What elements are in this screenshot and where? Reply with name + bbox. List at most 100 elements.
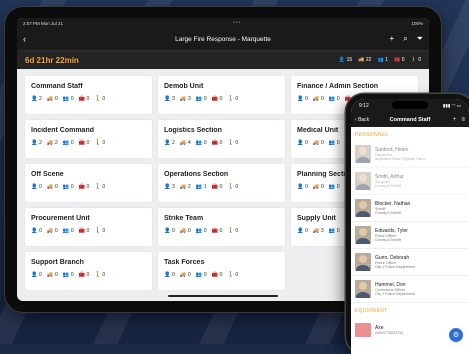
elapsed-timer: 6d 21hr 22min [25,55,79,65]
count-value: 0 [102,272,106,278]
person-icon: 👤 [31,228,38,234]
phone-nav-bar: ‹ Back Command Staff + ≡ [351,113,469,127]
phone-status-bar: 9:12 ▮▮▮ ◠ ▭ [351,99,469,113]
count-people: 👤 0 [297,96,308,102]
count-teams: 👥 0 [63,96,74,102]
tablet-status-bar: 2:07 PM Mon Jul 21 ••• 100% [17,18,429,28]
unit-card[interactable]: Operations Section 👤 3 🚚 2 👥 1 🧰 0 🚶 0 [158,164,285,202]
count-value: 2 [187,184,191,190]
count-value: 0 [38,228,42,234]
unit-card[interactable]: Logistics Section 👤 2 🚚 4 👥 0 🧰 0 🚶 0 [158,120,285,158]
search-icon[interactable]: ⌕ [403,34,407,44]
unit-card-title: Strike Team [164,215,204,222]
person-icon: 👤 [297,96,304,102]
count-value: 0 [86,272,90,278]
toolbox-icon: 🧰 [211,140,219,146]
floating-action-button[interactable]: ⚙ [449,328,463,342]
count-value: 0 [336,228,340,234]
count-value: 0 [235,272,239,278]
unit-card-title: Demob Unit [164,83,204,90]
figure-icon: 🚶 [94,96,101,102]
unit-card[interactable]: Off Scene 👤 0 🚚 0 👥 0 🧰 0 🚶 0 [25,164,152,202]
count-equipment: 🧰0 [79,228,90,234]
count-other: 🚶0 [94,184,105,190]
count-vehicles: 🚚 0 [47,184,58,190]
personnel-row[interactable]: Smith, Arthur Sergeant County A Sheriff [351,168,469,195]
count-value: 0 [86,140,90,146]
unit-card[interactable]: Demob Unit 👤 3 🚚 3 👥 0 🧰 0 🚶 0 [158,76,285,114]
multitask-dots-icon[interactable]: ••• [233,20,241,26]
person-org: Anywhere State Highway Patrol [375,157,426,161]
count-value: 0 [86,228,90,234]
avatar [355,172,371,190]
unit-counts: 👤 3 🚚 3 👥 0 🧰 0 🚶 0 [164,96,279,102]
count-value: 0 [235,140,239,146]
count-value: 4 [187,140,191,146]
count-other: 🚶0 [94,140,105,146]
personnel-row[interactable]: Blocker, Nathan Sheriff County A Sheriff [351,195,469,222]
unit-card[interactable]: Command Staff 👤 2 🚚 0 👥 0 🧰 0 🚶 0 [25,76,152,114]
count-equipment: 🧰0 [212,184,223,190]
truck-icon: 🚚 [179,184,187,190]
personnel-row[interactable]: Edwards, Tyler Police Officer County A She… [351,222,469,249]
unit-card[interactable]: Support Branch 👤 0 🚚 0 👥 0 🧰 0 🚶 0 [25,252,152,290]
count-teams: 👥 0 [196,272,207,278]
add-icon[interactable]: + [389,34,394,44]
count-equipment: 🧰0 [212,272,223,278]
count-vehicles: 🚚 0 [313,140,324,146]
truck-icon: 🚚 [312,96,320,102]
edit-icon[interactable]: ≡ [461,117,465,123]
phone-device: 9:12 ▮▮▮ ◠ ▭ ‹ Back Command Staff + ≡ PE… [346,94,469,354]
personnel-row[interactable]: Hummel, Don Corrections Officer City 1 Pol… [351,276,469,303]
count-value: 2 [171,140,175,146]
back-chevron-icon[interactable]: ‹ [23,34,26,44]
figure-icon: 🚶 [227,272,234,278]
truck-icon: 🚚 [46,272,54,278]
count-value: 0 [203,272,207,278]
count-other: 🚶0 [227,228,238,234]
count-value: 0 [70,184,74,190]
count-teams: 👥 0 [196,228,207,234]
unit-counts: 👤 2 🚚 0 👥 0 🧰 0 🚶 0 [31,96,146,102]
status-time: 2:07 PM Mon Jul 21 [23,20,64,26]
dynamic-island [392,101,428,109]
toolbox-icon: 🧰 [211,228,219,234]
count-people: 👤 2 [31,96,42,102]
group-icon: 👥 [328,96,336,102]
group-icon: 👥 [62,96,70,102]
count-value: 0 [219,272,223,278]
count-value: 0 [219,184,223,190]
truck-icon: 🚚 [179,272,187,278]
count-vehicles: 🚚 2 [180,184,191,190]
count-value: 0 [219,140,223,146]
count-value: 0 [38,184,42,190]
personnel-row[interactable]: Sanford, Helen Dispatcher Anywhere State H… [351,141,469,168]
personnel-row[interactable]: Gunn, Deborah Police Officer City 1 Police… [351,249,469,276]
count-other: 🚶0 [227,96,238,102]
count-value: 0 [38,272,42,278]
figure-icon: 🚶 [94,184,101,190]
add-icon[interactable]: + [453,117,457,123]
person-icon: 👤 [297,140,304,146]
person-org: City 1 Police Department [375,292,415,296]
unit-card[interactable]: Incident Command 👤 2 🚚 2 👥 0 🧰 0 🚶 0 [25,120,152,158]
unit-card[interactable]: Procurement Unit 👤 0 🚚 0 👥 0 🧰 0 🚶 0 [25,208,152,246]
unit-counts: 👤0🚚0👥0🧰0🚶0 [164,272,279,278]
unit-counts: 👤0🚚0👥0🧰0🚶0 [31,272,146,278]
count-vehicles: 🚚 3 [180,96,191,102]
person-icon: 👤 [164,228,171,234]
unit-counts: 👤 2 🚚 2 👥 0 🧰 0 🚶 0 [31,140,146,146]
filter-icon[interactable]: ⏷ [417,34,423,44]
unit-card[interactable]: Strike Team 👤 0 🚚 0 👥 0 🧰 0 🚶 0 [158,208,285,246]
count-other: 🚶0 [94,96,105,102]
count-value: 3 [171,184,175,190]
unit-card[interactable]: Task Forces 👤 0 🚚 0 👥 0 🧰 0 🚶 0 [158,252,285,290]
unit-card-title: Procurement Unit [31,215,90,222]
toolbox-icon: 🧰 [78,228,86,234]
unit-card-title: Finance / Admin Section [297,83,379,90]
group-icon: 👥 [62,184,70,190]
count-value: 0 [320,140,324,146]
count-vehicles: 🚚 2 [47,140,58,146]
figure-icon: 🚶 [227,184,234,190]
count-value: 0 [70,140,74,146]
